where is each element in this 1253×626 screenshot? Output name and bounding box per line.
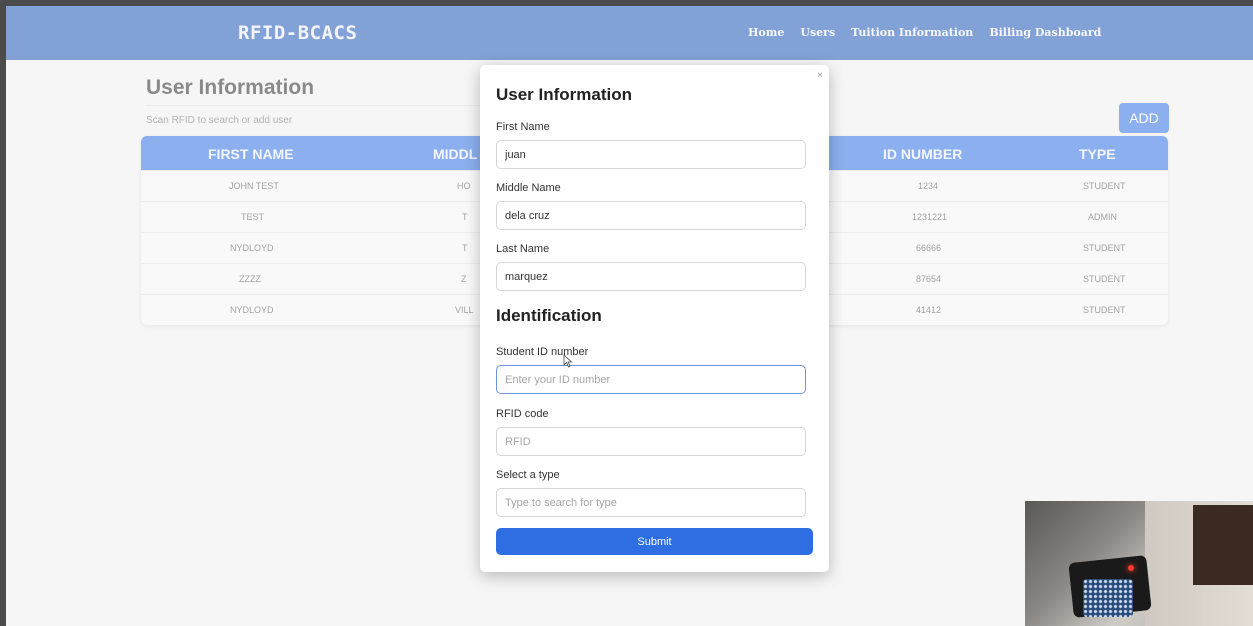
submit-button[interactable]: Submit <box>496 528 813 555</box>
webcam-overlay <box>1025 501 1253 626</box>
student-id-field[interactable] <box>496 365 806 394</box>
student-id-label: Student ID number <box>496 346 589 358</box>
mouse-cursor-icon <box>563 354 573 368</box>
rfid-code-label: RFID code <box>496 408 549 420</box>
webcam-doorway <box>1193 505 1253 585</box>
user-information-modal: × User Information First Name Middle Nam… <box>480 65 829 572</box>
type-search-field[interactable] <box>496 488 806 517</box>
close-icon[interactable]: × <box>817 70 823 81</box>
type-select-label: Select a type <box>496 469 560 481</box>
modal-title: User Information <box>496 85 633 104</box>
webcam-led-matrix <box>1083 579 1133 617</box>
first-name-field[interactable] <box>496 140 806 169</box>
webcam-red-led <box>1128 565 1134 571</box>
app-window: RFID-BCACS Home Users Tuition Informatio… <box>6 6 1253 626</box>
last-name-field[interactable] <box>496 262 806 291</box>
middle-name-label: Middle Name <box>496 182 561 194</box>
rfid-code-field[interactable] <box>496 427 806 456</box>
last-name-label: Last Name <box>496 243 550 255</box>
first-name-label: First Name <box>496 121 550 133</box>
identification-heading: Identification <box>496 306 602 325</box>
middle-name-field[interactable] <box>496 201 806 230</box>
